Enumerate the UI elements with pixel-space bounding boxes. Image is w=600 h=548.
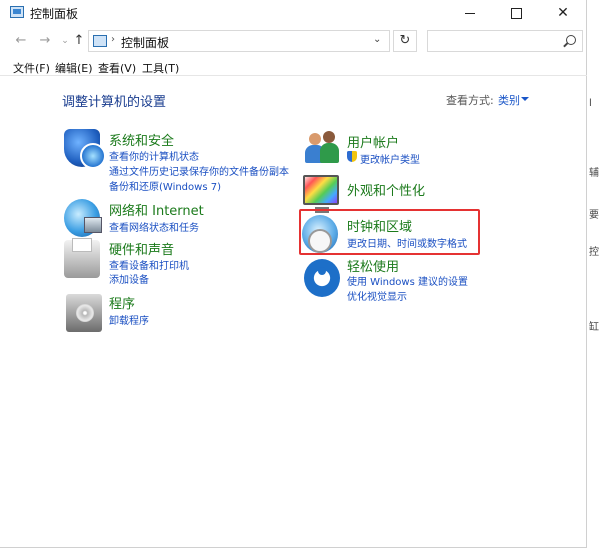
link-change-date-time-format[interactable]: 更改日期、时间或数字格式 (347, 235, 467, 250)
link-change-account-type[interactable]: 更改帐户类型 (360, 151, 420, 166)
category-hardware-sound[interactable]: 硬件和声音 (109, 239, 174, 258)
navigation-bar: ← → ⌄ ↑ › 控制面板 › ⌄ ↻ (0, 27, 587, 55)
link-add-device[interactable]: 添加设备 (109, 271, 149, 286)
forward-arrow-icon[interactable]: → (36, 32, 54, 50)
link-view-devices-printers[interactable]: 查看设备和打印机 (109, 257, 189, 272)
background-text-fragment: 要 (589, 210, 599, 221)
up-arrow-icon[interactable]: ↑ (70, 32, 88, 50)
background-text-fragment: l (589, 98, 592, 109)
user-head-shape (323, 131, 335, 143)
link-optimize-visual-display[interactable]: 优化视觉显示 (347, 288, 407, 303)
user-head-shape (309, 133, 321, 145)
ease-of-access-icon[interactable] (304, 259, 340, 297)
back-arrow-icon[interactable]: ← (12, 32, 30, 50)
breadcrumb-separator-icon[interactable]: › (165, 34, 169, 45)
category-programs[interactable]: 程序 (109, 293, 135, 312)
background-text-fragment: 辅 (589, 168, 599, 179)
main-content: 调整计算机的设置 查看方式: 类别 系统和安全 查看你的计算机状态 通过文件历史… (0, 77, 587, 548)
menu-file[interactable]: 文件(F) (13, 60, 50, 76)
link-file-history-backup[interactable]: 通过文件历史记录保存你的文件备份副本 (109, 163, 289, 178)
background-text-fragment: 控 (589, 247, 599, 258)
appearance-display-icon[interactable] (303, 175, 339, 213)
menu-view[interactable]: 查看(V) (98, 60, 136, 76)
category-user-accounts[interactable]: 用户帐户 (347, 132, 399, 151)
search-input[interactable] (427, 30, 583, 52)
category-network-internet[interactable]: 网络和 Internet (109, 200, 204, 219)
address-dropdown-chevron-icon[interactable]: ⌄ (373, 34, 381, 45)
programs-disc-icon[interactable] (66, 294, 102, 332)
window-title: 控制面板 (30, 7, 79, 21)
address-bar[interactable]: › 控制面板 › ⌄ (88, 30, 390, 52)
search-icon[interactable] (566, 35, 576, 45)
link-uninstall-program[interactable]: 卸载程序 (109, 312, 149, 327)
refresh-button[interactable]: ↻ (393, 30, 417, 52)
network-globe-icon[interactable] (64, 199, 102, 237)
control-panel-window: 控制面板 ✕ ← → ⌄ ↑ › 控制面板 › ⌄ ↻ 文件(F) 编辑(E) … (0, 0, 587, 548)
menu-bar: 文件(F) 编辑(E) 查看(V) 工具(T) (0, 58, 587, 76)
page-title: 调整计算机的设置 (62, 95, 167, 110)
category-appearance-personalization[interactable]: 外观和个性化 (347, 180, 425, 199)
view-by-label: 查看方式: (446, 94, 494, 107)
menu-tools[interactable]: 工具(T) (142, 60, 179, 76)
view-by-dropdown[interactable]: 类别 (498, 92, 520, 108)
hardware-printer-icon[interactable] (64, 238, 100, 278)
background-window-edge: l 辅 要 控 缸 (587, 0, 600, 548)
control-panel-icon (93, 35, 107, 47)
breadcrumb-separator-icon[interactable]: › (111, 34, 115, 45)
link-windows-recommended-settings[interactable]: 使用 Windows 建议的设置 (347, 273, 468, 288)
menu-edit[interactable]: 编辑(E) (55, 60, 93, 76)
control-panel-icon (10, 6, 24, 18)
link-backup-restore[interactable]: 备份和还原(Windows 7) (109, 178, 221, 193)
link-view-computer-status[interactable]: 查看你的计算机状态 (109, 148, 199, 163)
background-text-fragment: 缸 (589, 322, 599, 333)
breadcrumb-control-panel[interactable]: 控制面板 (121, 34, 169, 51)
close-button[interactable]: ✕ (540, 0, 586, 26)
maximize-button[interactable] (493, 0, 539, 26)
category-clock-region[interactable]: 时钟和区域 (347, 216, 412, 235)
user-accounts-icon[interactable] (303, 129, 339, 167)
uac-shield-icon (347, 151, 357, 162)
category-system-security[interactable]: 系统和安全 (109, 130, 174, 149)
system-security-shield-icon[interactable] (64, 129, 106, 169)
link-view-network-status[interactable]: 查看网络状态和任务 (109, 219, 199, 234)
view-by-caret-icon[interactable] (521, 97, 529, 101)
clock-globe-icon[interactable] (302, 215, 338, 253)
minimize-button[interactable] (447, 0, 493, 26)
title-bar: 控制面板 ✕ (0, 0, 587, 26)
user-body-shape (320, 143, 339, 163)
